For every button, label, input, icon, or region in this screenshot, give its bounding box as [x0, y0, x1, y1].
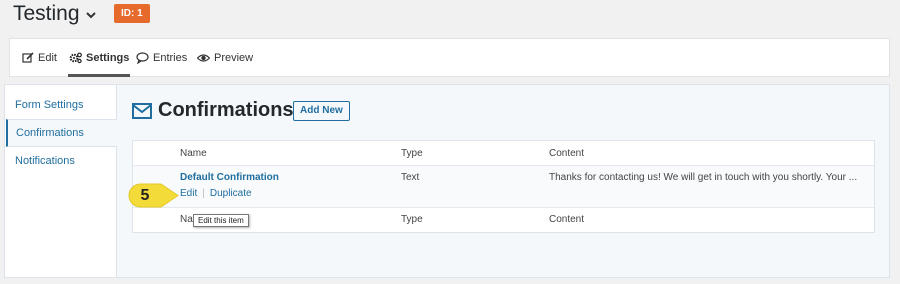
column-header-name[interactable]: Name [180, 148, 207, 159]
settings-sidebar: Form Settings Confirmations Notification… [5, 85, 117, 277]
settings-panel: Form Settings Confirmations Notification… [4, 84, 890, 278]
tab-preview[interactable]: Preview [197, 39, 253, 77]
form-id-badge: ID: 1 [114, 4, 150, 23]
sidebar-item-form-settings[interactable]: Form Settings [5, 91, 117, 119]
footer-header-content[interactable]: Content [549, 214, 584, 225]
page-title: Confirmations [158, 99, 294, 121]
eye-icon [197, 54, 210, 62]
speech-bubble-icon [136, 52, 149, 64]
form-toolbar: Edit Settings Entries Preview [9, 38, 890, 77]
page-title-group: Confirmations [132, 99, 294, 122]
sidebar-item-notifications[interactable]: Notifications [5, 147, 117, 175]
tab-preview-label: Preview [214, 52, 254, 64]
tab-settings[interactable]: Settings [67, 39, 131, 77]
tab-edit-label: Edit [38, 52, 57, 64]
chevron-down-icon[interactable] [84, 8, 98, 22]
form-title: Testing [13, 2, 80, 25]
action-separator: | [202, 188, 205, 199]
confirmation-name-link[interactable]: Default Confirmation [180, 172, 279, 183]
tab-settings-label: Settings [86, 52, 130, 64]
row-actions: Edit | Duplicate [180, 188, 252, 199]
tab-entries[interactable]: Entries [136, 39, 187, 77]
duplicate-link[interactable]: Duplicate [210, 188, 252, 199]
sidebar-item-confirmations[interactable]: Confirmations [6, 119, 117, 147]
edit-link[interactable]: Edit [180, 188, 197, 199]
footer-header-type[interactable]: Type [401, 214, 423, 225]
pencil-square-icon [22, 52, 34, 63]
table-header: Name Type Content [133, 141, 874, 166]
confirmation-content: Thanks for contacting us! We will get in… [549, 172, 858, 183]
gears-icon [69, 52, 82, 64]
table-row: Default Confirmation Text Thanks for con… [133, 166, 874, 208]
tab-edit[interactable]: Edit [22, 39, 57, 77]
step-number: 5 [140, 187, 150, 204]
column-header-content[interactable]: Content [549, 148, 584, 159]
page-header: Testing ID: 1 [0, 0, 900, 36]
envelope-icon [132, 102, 152, 119]
add-new-button[interactable]: Add New [293, 101, 350, 121]
edit-tooltip: Edit this item [193, 214, 249, 227]
tab-entries-label: Entries [153, 52, 188, 64]
column-header-type[interactable]: Type [401, 148, 423, 159]
confirmation-type: Text [401, 172, 420, 183]
